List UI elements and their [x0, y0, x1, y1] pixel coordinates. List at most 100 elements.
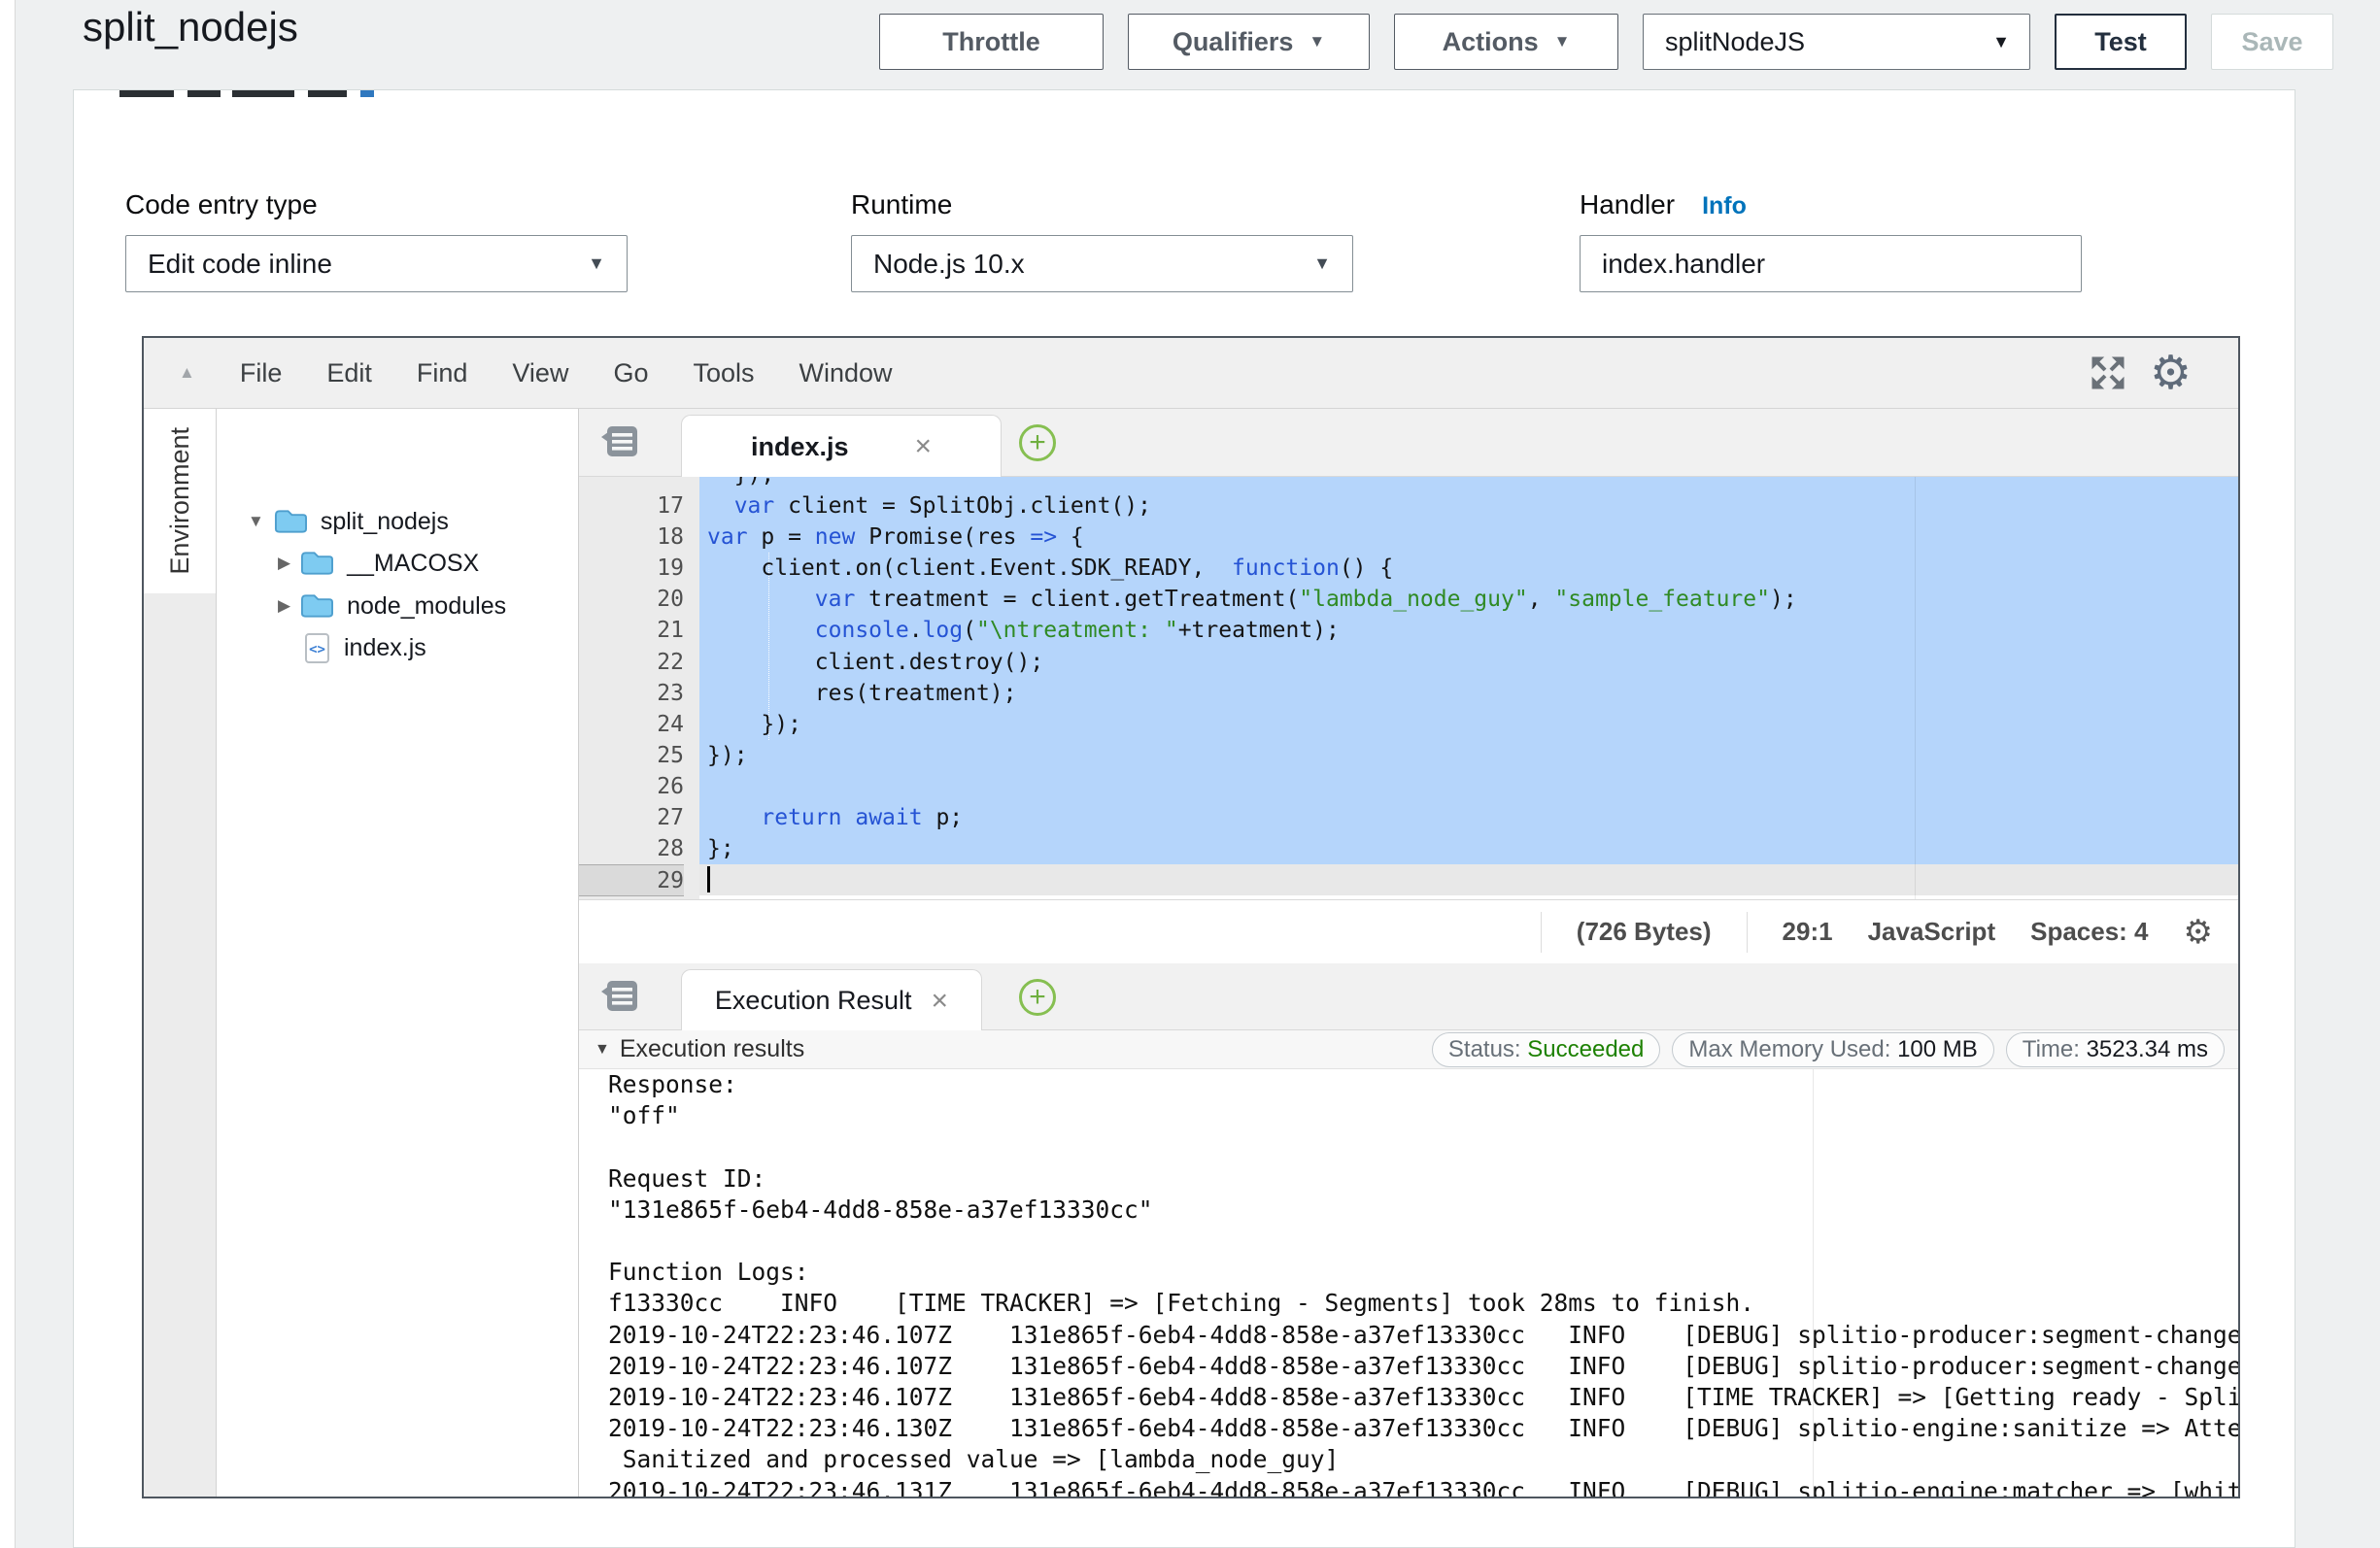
- code-line: [699, 864, 2238, 896]
- cursor-position[interactable]: 29:1: [1783, 917, 1833, 947]
- tab-list-icon[interactable]: [600, 978, 639, 1020]
- qualifiers-label: Qualifiers: [1173, 27, 1294, 57]
- qualifiers-button[interactable]: Qualifiers ▼: [1128, 14, 1370, 70]
- menu-item-go[interactable]: Go: [613, 358, 648, 388]
- save-button[interactable]: Save: [2211, 14, 2333, 70]
- runtime-select[interactable]: Node.js 10.x ▼: [851, 235, 1353, 292]
- fullscreen-icon[interactable]: [2087, 352, 2129, 399]
- gear-icon[interactable]: ⚙: [2184, 913, 2213, 952]
- throttle-button[interactable]: Throttle: [879, 14, 1104, 70]
- actions-button[interactable]: Actions ▼: [1394, 14, 1618, 70]
- language-mode[interactable]: JavaScript: [1868, 917, 1996, 947]
- execution-results-title: Execution results: [620, 1035, 804, 1063]
- gear-icon[interactable]: ⚙: [2150, 346, 2192, 400]
- code-line: };: [699, 833, 2238, 865]
- divider: [1747, 912, 1748, 953]
- line-number: 25: [579, 740, 684, 772]
- tab-execution-result-label: Execution Result: [715, 986, 912, 1016]
- code-entry-type-select[interactable]: Edit code inline ▼: [125, 235, 628, 292]
- collapse-icon[interactable]: ▲: [179, 363, 195, 383]
- menu-items: File Edit Find View Go Tools Window: [240, 358, 893, 388]
- menu-item-find[interactable]: Find: [417, 358, 468, 388]
- code-text-area[interactable]: }); var client = SplitObj.client();var p…: [699, 477, 2238, 899]
- new-tab-icon[interactable]: +: [1019, 979, 1056, 1016]
- editor-statusbar: (726 Bytes) 29:1 JavaScript Spaces: 4 ⚙: [579, 900, 2238, 963]
- chevron-down-icon: ▼: [1313, 253, 1331, 274]
- close-icon[interactable]: ×: [932, 985, 949, 1018]
- menu-item-window[interactable]: Window: [799, 358, 893, 388]
- page-title: split_nodejs: [83, 4, 298, 50]
- code-line: res(treatment);: [699, 678, 2238, 710]
- menu-item-view[interactable]: View: [512, 358, 568, 388]
- js-file-icon: <>: [304, 632, 330, 664]
- chevron-right-icon[interactable]: ▶: [278, 554, 290, 573]
- line-number: 18: [579, 522, 684, 554]
- code-line: var client = SplitObj.client();: [699, 490, 2238, 522]
- line-number: 29: [579, 864, 684, 896]
- handler-value: index.handler: [1602, 249, 1765, 280]
- code-line: });: [699, 740, 2238, 772]
- tab-indexjs[interactable]: index.js ×: [681, 415, 1002, 478]
- file-size: (726 Bytes): [1577, 917, 1712, 947]
- chevron-down-icon: ▼: [588, 253, 605, 274]
- chevron-down-icon[interactable]: ▼: [248, 512, 264, 531]
- code-entry-type-label: Code entry type: [125, 189, 318, 220]
- line-number: 23: [579, 678, 684, 710]
- line-number: 22: [579, 647, 684, 679]
- line-number: 19: [579, 553, 684, 585]
- test-event-value: splitNodeJS: [1665, 27, 1805, 57]
- tab-execution-result[interactable]: Execution Result ×: [681, 969, 982, 1031]
- handler-info-link[interactable]: Info: [1702, 192, 1747, 219]
- status-badge: Status: Succeeded: [1432, 1032, 1660, 1067]
- execution-log-area[interactable]: Response: "off" Request ID: "131e865f-6e…: [579, 1069, 2238, 1497]
- menu-item-tools[interactable]: Tools: [693, 358, 754, 388]
- line-number-gutter: 17181920212223242526272829: [579, 477, 699, 899]
- print-margin: [1915, 477, 1916, 899]
- folder-icon: [274, 508, 307, 535]
- close-icon[interactable]: ×: [915, 430, 933, 463]
- chevron-right-icon[interactable]: ▶: [278, 596, 290, 616]
- line-number: 28: [579, 833, 684, 865]
- test-event-select[interactable]: splitNodeJS ▼: [1643, 14, 2030, 70]
- environment-tab-label: Environment: [165, 427, 195, 575]
- status-badge: Max Memory Used: 100 MB: [1672, 1032, 1993, 1067]
- code-line: console.log("\ntreatment: "+treatment);: [699, 615, 2238, 647]
- line-number: 27: [579, 802, 684, 834]
- code-tabbar: index.js × +: [579, 409, 2238, 477]
- chevron-down-icon: ▼: [1309, 32, 1325, 51]
- menu-item-edit[interactable]: Edit: [326, 358, 372, 388]
- test-button[interactable]: Test: [2055, 14, 2187, 70]
- tab-list-icon[interactable]: [600, 423, 639, 465]
- handler-input[interactable]: index.handler: [1580, 235, 2082, 292]
- indentation-setting[interactable]: Spaces: 4: [2030, 917, 2148, 947]
- menu-item-file[interactable]: File: [240, 358, 283, 388]
- tree-row-root[interactable]: ▼ split_nodejs ⚙ ▾: [248, 502, 449, 541]
- svg-text:<>: <>: [309, 642, 325, 657]
- chevron-down-icon: ▼: [1992, 32, 2010, 52]
- handler-label: Handler Info: [1580, 189, 1747, 220]
- chevron-down-icon[interactable]: ▼: [595, 1041, 610, 1059]
- tree-row-folder[interactable]: ▶ node_modules: [278, 587, 506, 625]
- line-number: 24: [579, 709, 684, 741]
- line-number: 20: [579, 584, 684, 616]
- window-left-edge: [0, 0, 16, 1548]
- tree-root-label: split_nodejs: [321, 508, 449, 536]
- line-number: 26: [579, 771, 684, 803]
- code-editor: ▲ File Edit Find View Go Tools Window ⚙ Enviro…: [142, 336, 2240, 1498]
- execution-results-header: ▼ Execution results Status: Succeeded Max…: [579, 1030, 2238, 1069]
- code-line: });: [699, 709, 2238, 741]
- code-entry-type-value: Edit code inline: [148, 249, 332, 280]
- new-tab-icon[interactable]: +: [1019, 424, 1056, 461]
- code-line: var p = new Promise(res => {: [699, 522, 2238, 554]
- file-tree-panel: ▼ split_nodejs ⚙ ▾ ▶ __MACOSX ▶: [217, 409, 579, 1497]
- tree-row-folder[interactable]: ▶ __MACOSX: [278, 544, 479, 583]
- line-number: 21: [579, 615, 684, 647]
- tree-row-file[interactable]: <> index.js: [304, 628, 426, 667]
- test-label: Test: [2094, 27, 2147, 57]
- tree-file-label: index.js: [344, 634, 426, 662]
- handler-label-text: Handler: [1580, 189, 1675, 219]
- status-badge: Time: 3523.34 ms: [2006, 1032, 2225, 1067]
- environment-tab[interactable]: Environment: [144, 409, 216, 593]
- tab-indexjs-label: index.js: [751, 432, 849, 462]
- throttle-label: Throttle: [942, 27, 1040, 57]
